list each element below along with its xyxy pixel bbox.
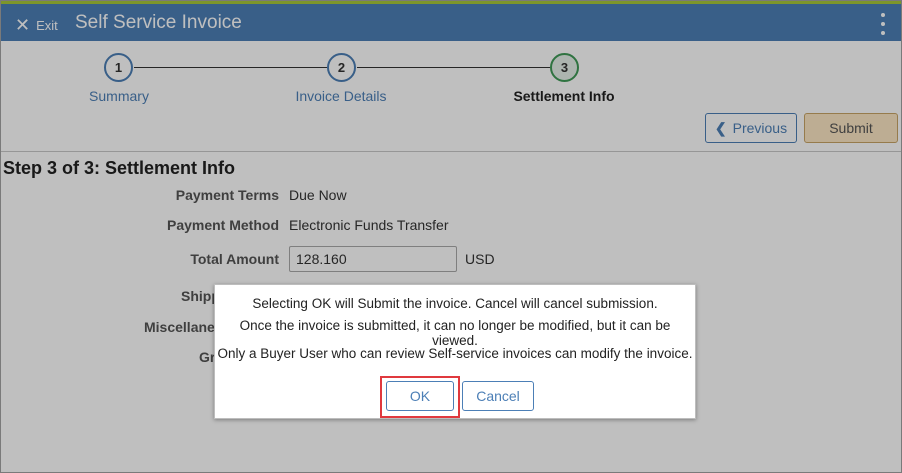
confirm-dialog: Selecting OK will Submit the invoice. Ca…	[214, 284, 696, 419]
app-window: ✕ Exit Self Service Invoice 1 Summary 2 …	[0, 0, 902, 473]
ok-button[interactable]: OK	[386, 381, 454, 411]
dialog-message-line-2: Once the invoice is submitted, it can no…	[239, 318, 671, 348]
dialog-message-line-3: Only a Buyer User who can review Self-se…	[217, 346, 693, 361]
cancel-button[interactable]: Cancel	[462, 381, 534, 411]
dialog-message-line-1: Selecting OK will Submit the invoice. Ca…	[252, 296, 658, 311]
